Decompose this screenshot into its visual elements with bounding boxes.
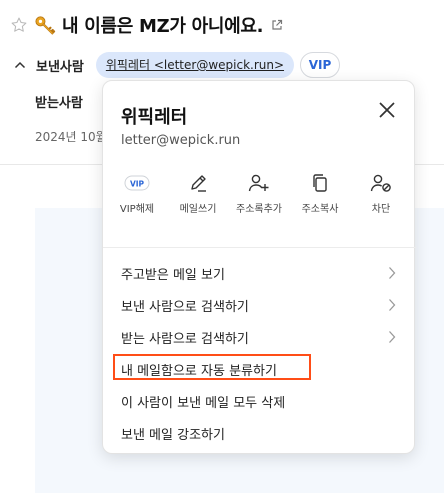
- subject-row: 내 이름은 MZ가 아니에요.: [10, 12, 283, 38]
- mail-subject: 내 이름은 MZ가 아니에요.: [62, 16, 264, 37]
- vip-icon-text: VIP: [130, 180, 145, 189]
- pencil-icon: [191, 175, 206, 192]
- key-icon: [35, 16, 56, 35]
- action-label: 차단: [371, 204, 391, 215]
- recipient-label: 받는사람: [35, 96, 83, 111]
- open-new-window-icon[interactable]: [271, 19, 283, 31]
- copy-icon: [313, 174, 327, 192]
- sender-chip-text: 위픽레터 <letter@wepick.run>: [105, 58, 285, 72]
- action-label: 메일쓰기: [179, 204, 217, 215]
- action-bar: VIP VIP해제 메일쓰기 주소록추가 주소복사 차단: [103, 173, 416, 227]
- popup-divider: [103, 247, 416, 248]
- vip-badge[interactable]: VIP: [300, 52, 341, 78]
- menu-item-label: 주고받은 메일 보기: [121, 268, 225, 283]
- sender-chip[interactable]: 위픽레터 <letter@wepick.run>: [95, 52, 295, 78]
- contact-name: 위픽레터: [121, 107, 188, 128]
- vip-remove-button[interactable]: VIP VIP해제: [107, 173, 167, 227]
- menu-item-delete-all[interactable]: 이 사람이 보낸 메일 모두 삭제: [103, 385, 416, 417]
- menu-item-search-sender[interactable]: 보낸 사람으로 검색하기: [103, 289, 416, 321]
- block-sender-button[interactable]: 차단: [351, 173, 411, 227]
- star-icon[interactable]: [10, 16, 28, 34]
- chevron-up-icon[interactable]: [14, 60, 26, 70]
- menu-item-label: 받는 사람으로 검색하기: [121, 332, 249, 347]
- chevron-right-icon: [389, 331, 396, 343]
- menu-item-label: 보낸 사람으로 검색하기: [121, 300, 249, 315]
- menu-item-conversation[interactable]: 주고받은 메일 보기: [103, 257, 416, 289]
- sender-label: 보낸사람: [36, 59, 84, 75]
- chevron-right-icon: [389, 267, 396, 279]
- menu-item-label: 이 사람이 보낸 메일 모두 삭제: [121, 396, 286, 411]
- menu-item-highlight-sent[interactable]: 보낸 메일 강조하기: [103, 417, 416, 449]
- vip-icon: VIP: [124, 175, 150, 191]
- close-icon[interactable]: [378, 101, 396, 119]
- add-contact-button[interactable]: 주소록추가: [229, 173, 289, 227]
- contact-email: letter@wepick.run: [121, 133, 241, 148]
- contact-popup: 위픽레터 letter@wepick.run VIP VIP해제 메일쓰기 주소…: [102, 80, 416, 454]
- action-label: 주소복사: [301, 204, 339, 215]
- write-mail-button[interactable]: 메일쓰기: [168, 173, 228, 227]
- action-label: VIP해제: [119, 204, 155, 215]
- action-label: 주소록추가: [236, 204, 282, 215]
- menu-item-auto-sort[interactable]: 내 메일함으로 자동 분류하기: [103, 353, 416, 385]
- menu-item-label: 내 메일함으로 자동 분류하기: [121, 364, 277, 379]
- menu-item-search-recipient[interactable]: 받는 사람으로 검색하기: [103, 321, 416, 353]
- mail-date: 2024년 10월: [35, 130, 107, 144]
- add-person-icon: [248, 174, 269, 192]
- chevron-right-icon: [389, 299, 396, 311]
- sender-row: 보낸사람 위픽레터 <letter@wepick.run> VIP: [14, 52, 341, 78]
- copy-address-button[interactable]: 주소복사: [290, 173, 350, 227]
- menu-item-label: 보낸 메일 강조하기: [121, 428, 225, 443]
- block-person-icon: [370, 174, 391, 192]
